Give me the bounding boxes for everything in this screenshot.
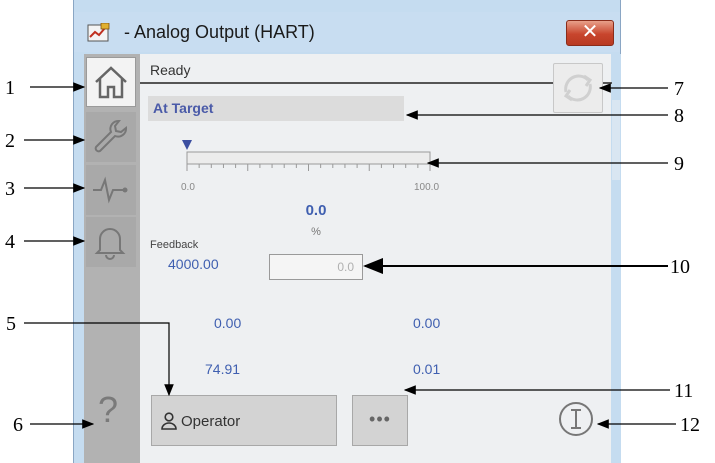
callout-7: 7 [674, 78, 684, 100]
callout-4: 4 [5, 231, 15, 253]
callout-11: 11 [674, 380, 693, 402]
callout-3: 3 [5, 178, 15, 200]
callout-annotations: 1 2 3 4 5 6 7 8 9 10 11 12 [5, 77, 700, 436]
callout-12: 12 [680, 414, 700, 436]
callout-10: 10 [670, 256, 690, 278]
callout-5: 5 [6, 313, 16, 335]
callout-arrow-5 [24, 322, 174, 397]
callout-9: 9 [674, 153, 684, 175]
callout-2: 2 [5, 130, 15, 152]
callout-1: 1 [5, 77, 15, 99]
callout-8: 8 [674, 105, 684, 127]
callout-6: 6 [13, 414, 23, 436]
